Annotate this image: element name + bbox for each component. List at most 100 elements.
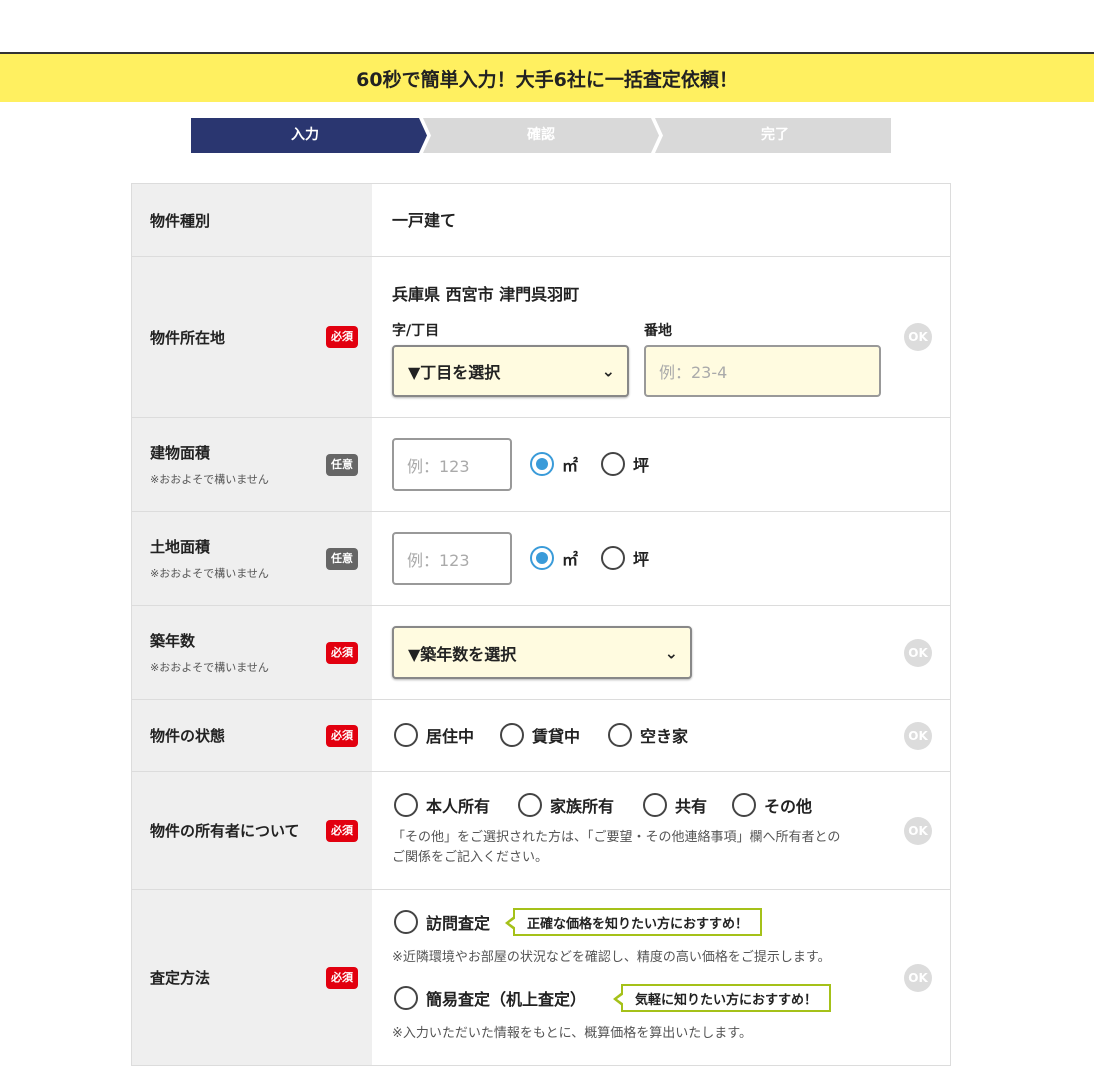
promo-banner: 60秒で簡単入力！大手6社に一括査定依頼！ [0,54,1094,102]
owner-shared-radio[interactable]: 共有 [643,793,707,817]
chome-select[interactable]: ▼丁目を選択 ⌄ [392,345,629,397]
row-assessment-method: 査定方法 必須 訪問査定 正確な価格を知りたい方におすすめ！ ※近隣環境やお部屋… [132,890,950,1066]
building-age-value-cell: ▼築年数を選択 ⌄ OK [372,606,950,699]
owner-note: 「その他」をご選択された方は、「ご要望・その他連絡事項」欄へ所有者との ご関係を… [392,828,892,868]
land-area-unit-tsubo-radio[interactable]: 坪 [601,546,649,570]
assessment-form: 物件種別 一戸建て 物件所在地 必須 兵庫県 西宮市 津門呉羽町 字/丁目 ▼丁… [131,183,951,1066]
step-confirm-label: 確認 [527,127,555,143]
chome-label: 字/丁目 [392,323,440,339]
optional-badge: 任意 [326,547,358,570]
location-address: 兵庫県 西宮市 津門呉羽町 [392,285,580,304]
banchi-label: 番地 [644,323,672,339]
method-visit-label: 訪問査定 [426,914,491,933]
property-type-value: 一戸建て [392,211,457,230]
ok-check-icon: OK [904,816,932,845]
radio-icon [601,546,625,570]
status-option-label: 賃貸中 [532,727,581,746]
property-status-value-cell: 居住中 賃貸中 空き家 OK [372,700,950,771]
status-vacant-radio[interactable]: 空き家 [608,723,688,747]
radio-icon [394,723,418,747]
visit-tip-text: 正確な価格を知りたい方におすすめ！ [527,916,749,932]
building-area-unit-m2-radio[interactable]: ㎡ [530,452,578,476]
owner-other-radio[interactable]: その他 [732,793,812,817]
owner-family-radio[interactable]: 家族所有 [518,793,614,817]
building-area-value-cell: 例：123 ㎡ 坪 [372,418,950,511]
land-area-label-cell: 土地面積 ※おおよそで構いません 任意 [132,512,372,605]
banchi-input[interactable]: 例：23-4 [644,345,881,397]
land-area-value-cell: 例：123 ㎡ 坪 [372,512,950,605]
row-property-type: 物件種別 一戸建て [132,184,950,257]
step-done-label: 完了 [761,127,789,143]
assessment-method-value-cell: 訪問査定 正確な価格を知りたい方におすすめ！ ※近隣環境やお部屋の状況などを確認… [372,890,950,1065]
status-rented-radio[interactable]: 賃貸中 [500,723,580,747]
owner-option-label: 家族所有 [550,797,615,816]
banchi-placeholder: 例：23-4 [659,363,728,382]
location-label-cell: 物件所在地 必須 [132,257,372,417]
required-badge: 必須 [326,966,358,989]
owner-label-cell: 物件の所有者について 必須 [132,772,372,889]
optional-badge: 任意 [326,453,358,476]
ok-check-icon: OK [904,721,932,750]
unit-m2-label: ㎡ [562,550,579,569]
ok-check-icon: OK [904,638,932,667]
radio-selected-icon [530,546,554,570]
ok-check-icon: OK [904,963,932,992]
building-area-placeholder: 例：123 [407,456,470,476]
chevron-down-icon: ⌄ [664,643,678,662]
radio-icon [643,793,667,817]
unit-tsubo-label: 坪 [633,550,650,569]
owner-note-line2: ご関係をご記入ください。 [392,850,549,865]
radio-icon [500,723,524,747]
radio-icon [394,910,418,934]
radio-icon [394,986,418,1010]
owner-value-cell: 本人所有 家族所有 共有 その他 「その他」をご選択された方は、「ご要望・その他… [372,772,950,889]
assessment-method-label-cell: 査定方法 必須 [132,890,372,1065]
building-age-label-cell: 築年数 ※おおよそで構いません 必須 [132,606,372,699]
required-badge: 必須 [326,724,358,747]
ok-check-icon: OK [904,323,932,351]
status-option-label: 空き家 [640,727,689,746]
building-area-unit-tsubo-radio[interactable]: 坪 [601,452,649,476]
building-age-select-value: ▼築年数を選択 [408,644,517,664]
required-badge: 必須 [326,819,358,842]
radio-icon [518,793,542,817]
chome-select-value: ▼丁目を選択 [408,363,501,382]
property-type-value-cell: 一戸建て [372,184,950,256]
chevron-down-icon: ⌄ [601,361,615,381]
row-land-area: 土地面積 ※おおよそで構いません 任意 例：123 ㎡ 坪 [132,512,950,606]
method-simple-radio[interactable]: 簡易査定（机上査定） [394,986,586,1010]
radio-selected-icon [530,452,554,476]
owner-self-radio[interactable]: 本人所有 [394,793,490,817]
land-area-input[interactable]: 例：123 [392,532,512,585]
visit-recommend-tip: 正確な価格を知りたい方におすすめ！ [504,908,763,936]
owner-option-label: 共有 [675,797,708,816]
radio-icon [608,723,632,747]
row-owner: 物件の所有者について 必須 本人所有 家族所有 共有 その他 「その他」をご選択… [132,772,950,890]
method-visit-radio[interactable]: 訪問査定 [394,910,490,934]
step-input-label: 入力 [291,127,319,143]
status-occupied-radio[interactable]: 居住中 [394,723,474,747]
row-building-area: 建物面積 ※おおよそで構いません 任意 例：123 ㎡ 坪 [132,418,950,512]
location-value-cell: 兵庫県 西宮市 津門呉羽町 字/丁目 ▼丁目を選択 ⌄ 番地 例：23-4 OK [372,257,950,417]
row-building-age: 築年数 ※おおよそで構いません 必須 ▼築年数を選択 ⌄ OK [132,606,950,700]
radio-icon [394,793,418,817]
owner-option-label: 本人所有 [426,797,491,816]
simple-recommend-tip: 気軽に知りたい方におすすめ！ [612,984,832,1012]
land-area-unit-m2-radio[interactable]: ㎡ [530,546,578,570]
building-age-select[interactable]: ▼築年数を選択 ⌄ [392,626,692,679]
building-area-input[interactable]: 例：123 [392,438,512,491]
radio-icon [732,793,756,817]
simple-note: ※入力いただいた情報をもとに、概算価格を算出いたします。 [392,1026,752,1041]
property-status-label-cell: 物件の状態 必須 [132,700,372,771]
required-badge: 必須 [326,326,358,348]
radio-icon [601,452,625,476]
owner-note-line1: 「その他」をご選択された方は、「ご要望・その他連絡事項」欄へ所有者との [392,830,841,845]
required-badge: 必須 [326,641,358,664]
unit-tsubo-label: 坪 [633,456,650,475]
promo-banner-text: 60秒で簡単入力！大手6社に一括査定依頼！ [356,68,738,91]
land-area-placeholder: 例：123 [407,550,470,570]
visit-note: ※近隣環境やお部屋の状況などを確認し、精度の高い価格をご提示します。 [392,950,831,965]
property-type-label-cell: 物件種別 [132,184,372,256]
simple-tip-text: 気軽に知りたい方におすすめ！ [635,992,818,1008]
progress-steps: 入力 確認 完了 [191,118,891,153]
